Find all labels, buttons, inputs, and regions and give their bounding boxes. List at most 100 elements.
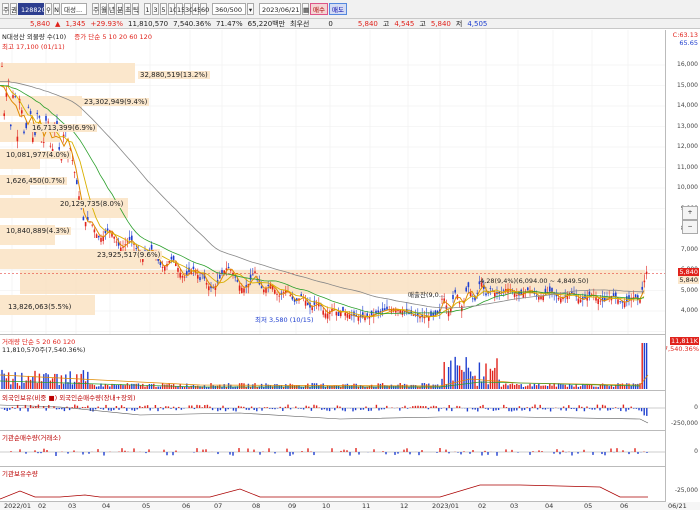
foreign-net-bar <box>71 407 73 408</box>
period-button-tick[interactable]: 틱 <box>132 3 139 15</box>
candle-body <box>384 308 386 311</box>
calendar-icon[interactable]: ▦ <box>302 3 309 15</box>
institution-net-bar <box>382 451 384 452</box>
institution-net-bar <box>622 450 624 452</box>
institution-net-bar <box>292 452 294 455</box>
volume-bar <box>58 384 60 389</box>
volume-bar <box>1 369 3 389</box>
sell-button[interactable]: 매도 <box>328 3 347 15</box>
stock-name-field[interactable]: 대성... <box>61 3 87 15</box>
candle-body <box>465 287 467 292</box>
volume-bar <box>34 370 36 389</box>
candle-body <box>106 228 109 231</box>
mode-button-market[interactable]: 권 <box>10 3 17 15</box>
period-button-minute[interactable]: 분 <box>116 3 123 15</box>
axis-top-value-2: 65.65 <box>679 39 698 47</box>
foreign-net-bar <box>482 404 484 408</box>
institution-net-bar <box>409 452 411 455</box>
foreign-net-bar <box>560 408 562 411</box>
foreign-net-bar <box>146 405 149 408</box>
foreign-net-bar <box>188 405 190 408</box>
foreign-net-bar <box>222 405 224 408</box>
institution-chart-pane[interactable]: 기관순매수량(거래소) <box>0 431 665 467</box>
institution-net-bar <box>268 448 270 452</box>
volume-bar <box>621 383 624 389</box>
foreign-net-bar <box>326 408 328 411</box>
foreign-net-bar <box>89 408 92 411</box>
candle-body <box>267 285 269 287</box>
institution-holding-pane[interactable]: 기관보유수량 <box>0 467 665 502</box>
foreign-net-bar <box>92 408 94 412</box>
period-button-month[interactable]: 월 <box>100 3 107 15</box>
volume-bar <box>485 363 487 389</box>
interval-button-5[interactable]: 5 <box>160 3 167 15</box>
price-y-tick: 7,000 <box>680 245 698 253</box>
search-icon[interactable]: ⚲ <box>45 3 52 15</box>
volume-bar <box>529 383 531 389</box>
institution-net-bar <box>637 452 639 454</box>
interval-button-1[interactable]: 1 <box>144 3 151 15</box>
candle-body <box>311 307 313 311</box>
foreign-net-bar <box>19 408 21 411</box>
volume-bar <box>313 383 316 389</box>
volume-bar <box>315 383 318 389</box>
foreign-net-bar <box>191 405 193 408</box>
foreign-net-bar <box>406 408 409 409</box>
foreign-net-bar <box>323 408 326 410</box>
institution-net-bar <box>472 450 474 452</box>
foreign-net-bar <box>206 404 209 408</box>
candle-body <box>540 296 542 300</box>
zoom-in-button[interactable]: + <box>682 206 698 220</box>
institution-net-bar <box>73 450 75 452</box>
candle-body <box>188 267 190 273</box>
candle-body <box>208 286 210 291</box>
candle-body <box>16 136 19 142</box>
interval-button-10[interactable]: 10 <box>168 3 177 15</box>
institution-net-bar <box>40 452 42 454</box>
count-dropdown-icon[interactable]: ▾ <box>247 3 254 15</box>
volume-ratio: 7,540.36% <box>173 19 211 28</box>
volume-bar <box>597 386 599 389</box>
volume-bar <box>355 383 357 389</box>
mode-button-stock[interactable]: 주 <box>2 3 9 15</box>
institution-net-bar <box>313 452 315 456</box>
foreign-net-bar <box>256 408 258 412</box>
foreign-net-bar <box>432 405 435 408</box>
data-count-input[interactable]: 360/500 <box>212 3 246 15</box>
institution-net-bar <box>175 450 177 452</box>
period-button-week[interactable]: 주 <box>92 3 99 15</box>
interval-button-45[interactable]: 45 <box>192 3 201 15</box>
volume-bar <box>595 386 597 389</box>
interval-button-60[interactable]: 60 <box>200 3 209 15</box>
interval-button-30[interactable]: 30 <box>184 3 193 15</box>
volume-bar <box>241 383 243 389</box>
date-input[interactable]: 2023/06/21 <box>259 3 301 15</box>
volume-bar <box>575 384 577 389</box>
volume-bar <box>124 385 126 389</box>
institution-net-bar <box>217 452 219 455</box>
price-chart-pane[interactable]: N대성산 외물량 수(10) 증가 단순 5 10 20 60 120 최고 1… <box>0 30 665 335</box>
candle-body <box>227 266 230 269</box>
institution-net-bar <box>232 452 234 456</box>
buy-button[interactable]: 매수 <box>310 3 328 15</box>
period-button-year[interactable]: 년 <box>108 3 115 15</box>
interval-button-15[interactable]: 15 <box>176 3 185 15</box>
institution-net-bar <box>634 448 636 452</box>
foreign-net-bar <box>201 407 203 408</box>
institution-net-bar <box>121 448 123 452</box>
period-button-second[interactable]: 초 <box>124 3 131 15</box>
foreign-net-bar <box>638 408 640 411</box>
x-axis-label: 04 <box>545 502 554 510</box>
volume-bar <box>126 383 129 389</box>
zoom-out-button[interactable]: − <box>682 220 698 234</box>
institution-holding-tick: -25,000 <box>674 487 698 494</box>
foreign-chart-pane[interactable]: 외국인보유(비중 ■) 외국인순매수량(장내+장외) <box>0 391 665 431</box>
institution-net-bar <box>403 449 405 452</box>
foreign-y-axis: 0 -250,000 <box>665 391 700 431</box>
institution-net-bar <box>355 448 357 452</box>
volume-chart-pane[interactable]: 거래량 단순 5 20 60 120 11,810,570주(7,540.36%… <box>0 335 665 391</box>
foreign-net-bar <box>84 407 86 408</box>
interval-button-3[interactable]: 3 <box>152 3 159 15</box>
close-price: 4,505 <box>467 19 488 28</box>
stock-code-input[interactable]: 128820 <box>18 3 46 15</box>
